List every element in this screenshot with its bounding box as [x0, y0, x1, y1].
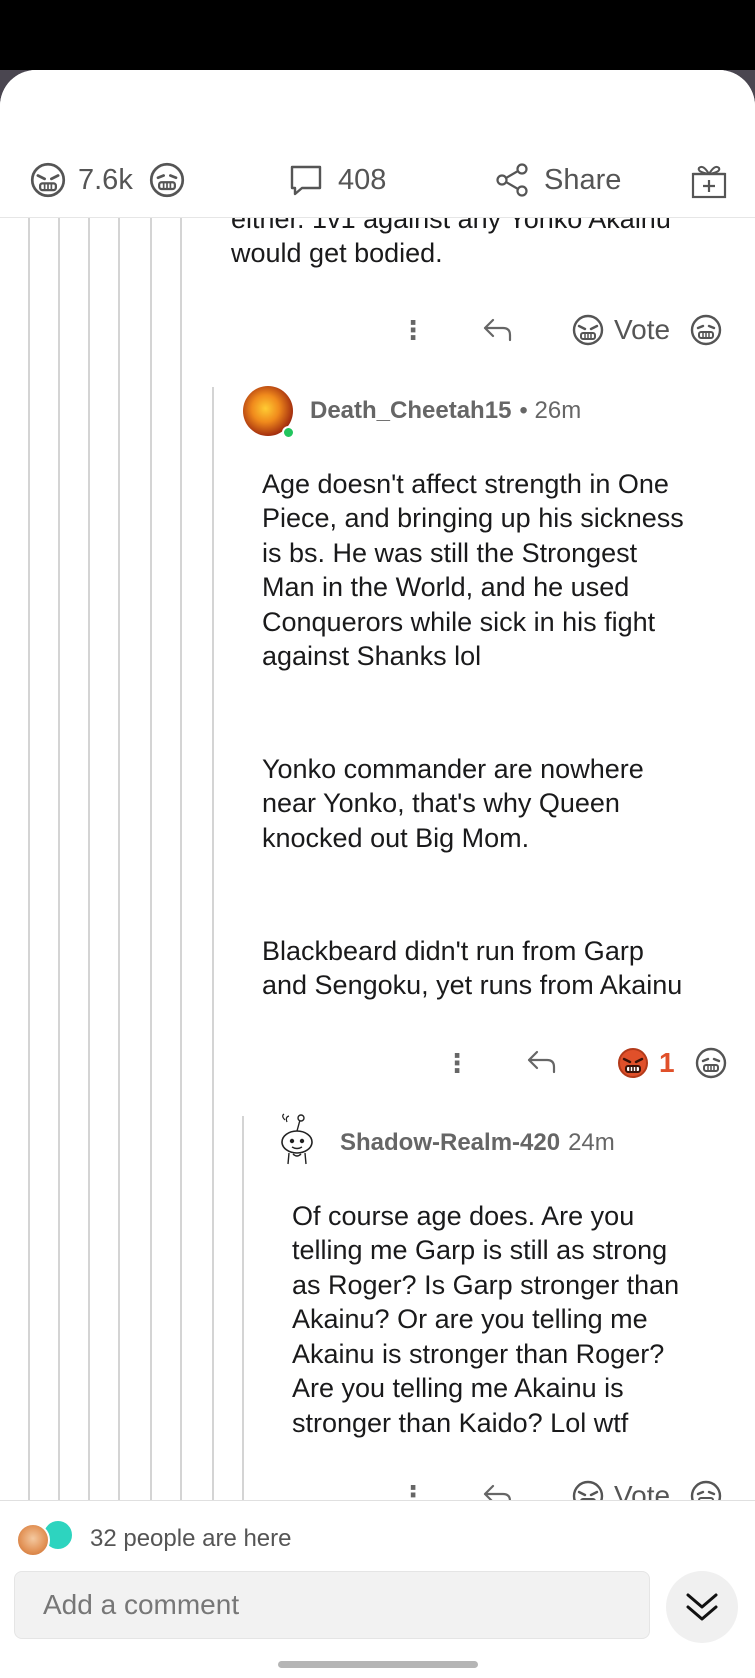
comment-bubble-icon — [290, 165, 322, 196]
thread-line[interactable] — [58, 200, 60, 1570]
post-vote-controls: 7.6k — [30, 162, 185, 198]
author-name[interactable]: Death_Cheetah15 — [310, 397, 511, 425]
comment-text-line: would get bodied. — [231, 238, 443, 268]
comment-count: 408 — [338, 163, 387, 196]
thread-line[interactable] — [180, 200, 182, 1570]
double-chevron-down-icon — [686, 1593, 718, 1621]
vote-controls: Vote — [572, 314, 722, 346]
comment-text-line: telling me Garp is still as strong — [292, 1235, 668, 1265]
comment-text-line: knocked out Big Mom. — [262, 823, 530, 853]
comment-text-line: Age doesn't affect strength in One — [262, 469, 669, 499]
thread-line[interactable] — [28, 200, 30, 1570]
upvote-icon[interactable] — [30, 162, 66, 198]
comment-text-line: Yonko commander are nowhere — [262, 754, 644, 784]
downvote-icon[interactable] — [690, 314, 722, 346]
comments-button[interactable]: 408 — [288, 162, 386, 198]
comment-text-line: Piece, and bringing up his sickness — [262, 503, 684, 533]
online-status-indicator — [282, 426, 295, 439]
comment-text-line: Man in the World, and he used — [262, 572, 630, 602]
user-avatar — [16, 1523, 50, 1557]
comment-text-line: Blackbeard didn't run from Garp — [262, 936, 644, 966]
thread-line[interactable] — [118, 200, 120, 1570]
thread-line[interactable] — [88, 200, 90, 1570]
comment-text-line: is bs. He was still the Strongest — [262, 538, 638, 568]
comment-text-line: near Yonko, that's why Queen — [262, 788, 620, 818]
comment-text-line: against Shanks lol — [262, 641, 482, 671]
comment-meta: Shadow-Realm-420 24m — [340, 1129, 615, 1157]
post-action-bar: 7.6k 408 Share — [0, 70, 755, 218]
vote-label: Vote — [614, 314, 671, 345]
upvote-icon[interactable] — [572, 314, 604, 346]
status-bar — [0, 0, 755, 70]
comment-text-line: Of course age does. Are you — [292, 1201, 635, 1231]
comment-composer-bar: 32 people are here Add a comment — [0, 1500, 755, 1678]
vote-count: 1 — [659, 1047, 675, 1078]
collapse-thread-button[interactable] — [666, 1571, 738, 1643]
award-icon — [691, 165, 727, 199]
thread-line[interactable] — [212, 387, 214, 1570]
thread-line[interactable] — [150, 200, 152, 1570]
comment-text-line: Akainu is stronger than Roger? — [292, 1339, 665, 1369]
downvote-icon[interactable] — [695, 1047, 727, 1079]
more-options-icon[interactable]: ⋮ — [400, 317, 426, 343]
comment-text-line: as Roger? Is Garp stronger than — [292, 1270, 680, 1300]
comment-text-line: Akainu? Or are you telling me — [292, 1304, 648, 1334]
comment-thread[interactable]: either. 1v1 against any Yonko Akainu wou… — [0, 70, 755, 1570]
reply-icon[interactable] — [527, 1050, 557, 1074]
comments-sheet: either. 1v1 against any Yonko Akainu wou… — [0, 70, 755, 1678]
upvote-icon-active[interactable] — [617, 1047, 649, 1079]
award-button[interactable] — [690, 162, 728, 200]
share-label: Share — [544, 163, 622, 196]
presence-count: 32 people are here — [90, 1525, 292, 1552]
comment-meta: Death_Cheetah15 • 26m — [310, 397, 581, 425]
more-options-icon[interactable]: ⋮ — [444, 1050, 470, 1076]
vote-controls: 1 — [617, 1047, 727, 1079]
comment-text-line: and Sengoku, yet runs from Akainu — [262, 970, 683, 1000]
share-button[interactable]: Share — [494, 162, 621, 198]
comment-timestamp: • 26m — [519, 397, 582, 424]
comment-text-line: Are you telling me Akainu is — [292, 1373, 624, 1403]
snoo-avatar-icon[interactable] — [275, 1112, 319, 1166]
post-vote-count: 7.6k — [78, 163, 133, 196]
reply-icon[interactable] — [483, 318, 513, 342]
comment-text-line: Conquerors while sick in his fight — [262, 607, 656, 637]
share-icon — [496, 163, 528, 197]
comment-timestamp: 24m — [568, 1129, 615, 1156]
home-indicator[interactable] — [278, 1661, 478, 1668]
comment-text-line: stronger than Kaido? Lol wtf — [292, 1408, 629, 1438]
downvote-icon[interactable] — [149, 162, 185, 198]
author-name[interactable]: Shadow-Realm-420 — [340, 1129, 560, 1157]
add-comment-input[interactable]: Add a comment — [14, 1571, 650, 1639]
